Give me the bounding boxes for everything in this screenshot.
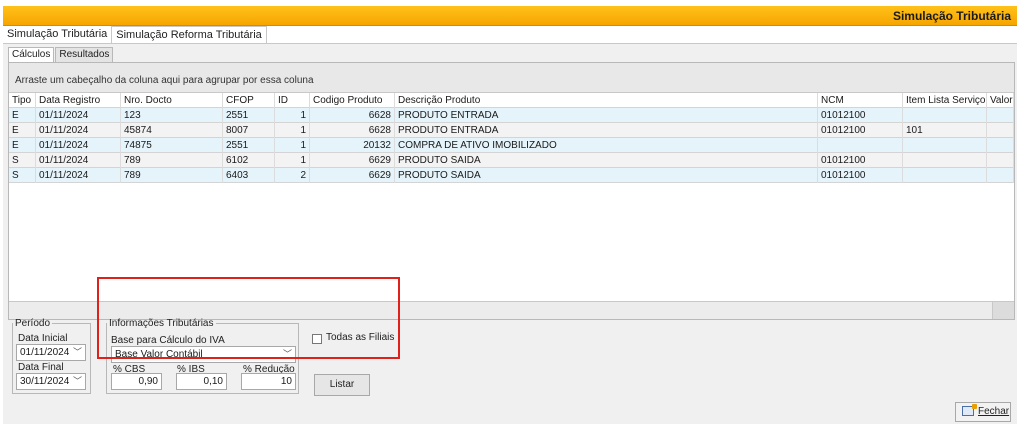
listar-button[interactable]: Listar (314, 374, 370, 396)
grid-header: Tipo Data Registro Nro. Docto CFOP ID Co… (9, 93, 1014, 108)
cell-cfop: 2551 (223, 108, 275, 123)
cell-codigo-produto: 6629 (310, 168, 395, 183)
cell-item-lista-servico (903, 153, 987, 168)
cell-codigo-produto: 6628 (310, 108, 395, 123)
cell-cfop: 6102 (223, 153, 275, 168)
column-header-nro-docto[interactable]: Nro. Docto (121, 93, 223, 108)
cell-nro-docto: 45874 (121, 123, 223, 138)
cell-descricao-produto: COMPRA DE ATIVO IMOBILIZADO (395, 138, 818, 153)
cell-ncm: 01012100 (818, 168, 903, 183)
cell-data-registro: 01/11/2024 (36, 153, 121, 168)
data-inicial-picker[interactable]: 01/11/2024 ﹀ (16, 344, 86, 361)
table-row[interactable]: E 01/11/2024 123 2551 1 6628 PRODUTO ENT… (9, 108, 1014, 123)
cell-tipo: E (9, 138, 36, 153)
column-header-descricao-produto[interactable]: Descrição Produto (395, 93, 818, 108)
cell-cfop: 6403 (223, 168, 275, 183)
cell-ncm: 01012100 (818, 123, 903, 138)
cell-tipo: S (9, 153, 36, 168)
grid-corner-box (992, 302, 1014, 319)
cell-tipo: E (9, 108, 36, 123)
table-row[interactable]: E 01/11/2024 45874 8007 1 6628 PRODUTO E… (9, 123, 1014, 138)
cell-tipo: E (9, 123, 36, 138)
cbs-input[interactable]: 0,90 (111, 373, 162, 390)
cell-valor (987, 168, 1014, 183)
fechar-label: Fechar (978, 406, 1010, 417)
sub-tabs: Cálculos Resultados (8, 47, 114, 62)
table-row[interactable]: S 01/11/2024 789 6403 2 6629 PRODUTO SAI… (9, 168, 1014, 183)
cell-valor (987, 138, 1014, 153)
column-header-cfop[interactable]: CFOP (223, 93, 275, 108)
tab-simulacao-tributaria[interactable]: Simulação Tributária (3, 26, 111, 43)
column-header-codigo-produto[interactable]: Codigo Produto (310, 93, 395, 108)
column-header-data-registro[interactable]: Data Registro (36, 93, 121, 108)
column-header-id[interactable]: ID (275, 93, 310, 108)
data-final-value: 30/11/2024 (20, 376, 70, 387)
cell-valor (987, 108, 1014, 123)
window-title: Simulação Tributária (892, 9, 1011, 23)
cell-id: 1 (275, 153, 310, 168)
cell-data-registro: 01/11/2024 (36, 123, 121, 138)
cell-valor (987, 123, 1014, 138)
main-tabs: Simulação Tributária Simulação Reforma T… (3, 26, 267, 43)
title-bar: Simulação Tributária (3, 6, 1017, 26)
cell-tipo: S (9, 168, 36, 183)
cell-codigo-produto: 6628 (310, 123, 395, 138)
cell-ncm: 01012100 (818, 108, 903, 123)
highlight-frame (97, 277, 400, 359)
cell-valor (987, 153, 1014, 168)
cell-id: 1 (275, 108, 310, 123)
group-by-hint: Arraste um cabeçalho da coluna aqui para… (15, 75, 314, 86)
chevron-down-icon[interactable]: ﹀ (73, 345, 82, 360)
cell-nro-docto: 789 (121, 153, 223, 168)
column-header-item-lista-servico[interactable]: Item Lista Serviço (903, 93, 987, 108)
cell-ncm: 01012100 (818, 153, 903, 168)
cell-codigo-produto: 20132 (310, 138, 395, 153)
cell-id: 1 (275, 123, 310, 138)
close-window-icon (962, 404, 977, 416)
table-row[interactable]: E 01/11/2024 74875 2551 1 20132 COMPRA D… (9, 138, 1014, 153)
data-final-label: Data Final (18, 362, 64, 373)
cell-item-lista-servico: 101 (903, 123, 987, 138)
cell-ncm (818, 138, 903, 153)
cell-item-lista-servico (903, 138, 987, 153)
cell-descricao-produto: PRODUTO ENTRADA (395, 108, 818, 123)
cell-nro-docto: 74875 (121, 138, 223, 153)
cell-codigo-produto: 6629 (310, 153, 395, 168)
group-by-panel[interactable]: Arraste um cabeçalho da coluna aqui para… (9, 63, 1014, 93)
cell-id: 2 (275, 168, 310, 183)
data-inicial-value: 01/11/2024 (20, 347, 70, 358)
tab-simulacao-reforma-tributaria[interactable]: Simulação Reforma Tributária (111, 26, 267, 43)
cell-cfop: 8007 (223, 123, 275, 138)
data-inicial-label: Data Inicial (18, 333, 68, 344)
fechar-button[interactable]: Fechar (955, 402, 1011, 422)
cell-nro-docto: 123 (121, 108, 223, 123)
cell-item-lista-servico (903, 108, 987, 123)
column-header-tipo[interactable]: Tipo (9, 93, 36, 108)
cell-descricao-produto: PRODUTO SAIDA (395, 168, 818, 183)
data-final-picker[interactable]: 30/11/2024 ﹀ (16, 373, 86, 390)
cell-item-lista-servico (903, 168, 987, 183)
cell-cfop: 2551 (223, 138, 275, 153)
column-header-valor[interactable]: Valor (987, 93, 1014, 108)
cell-id: 1 (275, 138, 310, 153)
cell-descricao-produto: PRODUTO SAIDA (395, 153, 818, 168)
chevron-down-icon[interactable]: ﹀ (73, 374, 82, 389)
subtab-calculos[interactable]: Cálculos (8, 47, 55, 62)
cell-data-registro: 01/11/2024 (36, 168, 121, 183)
column-header-ncm[interactable]: NCM (818, 93, 903, 108)
cell-data-registro: 01/11/2024 (36, 138, 121, 153)
cell-data-registro: 01/11/2024 (36, 108, 121, 123)
ibs-input[interactable]: 0,10 (176, 373, 227, 390)
tab-content: Cálculos Resultados Arraste um cabeçalho… (3, 43, 1017, 424)
reducao-input[interactable]: 10 (241, 373, 296, 390)
periodo-legend: Período (15, 318, 51, 329)
cell-descricao-produto: PRODUTO ENTRADA (395, 123, 818, 138)
subtab-resultados[interactable]: Resultados (55, 47, 114, 62)
cell-nro-docto: 789 (121, 168, 223, 183)
table-row[interactable]: S 01/11/2024 789 6102 1 6629 PRODUTO SAI… (9, 153, 1014, 168)
